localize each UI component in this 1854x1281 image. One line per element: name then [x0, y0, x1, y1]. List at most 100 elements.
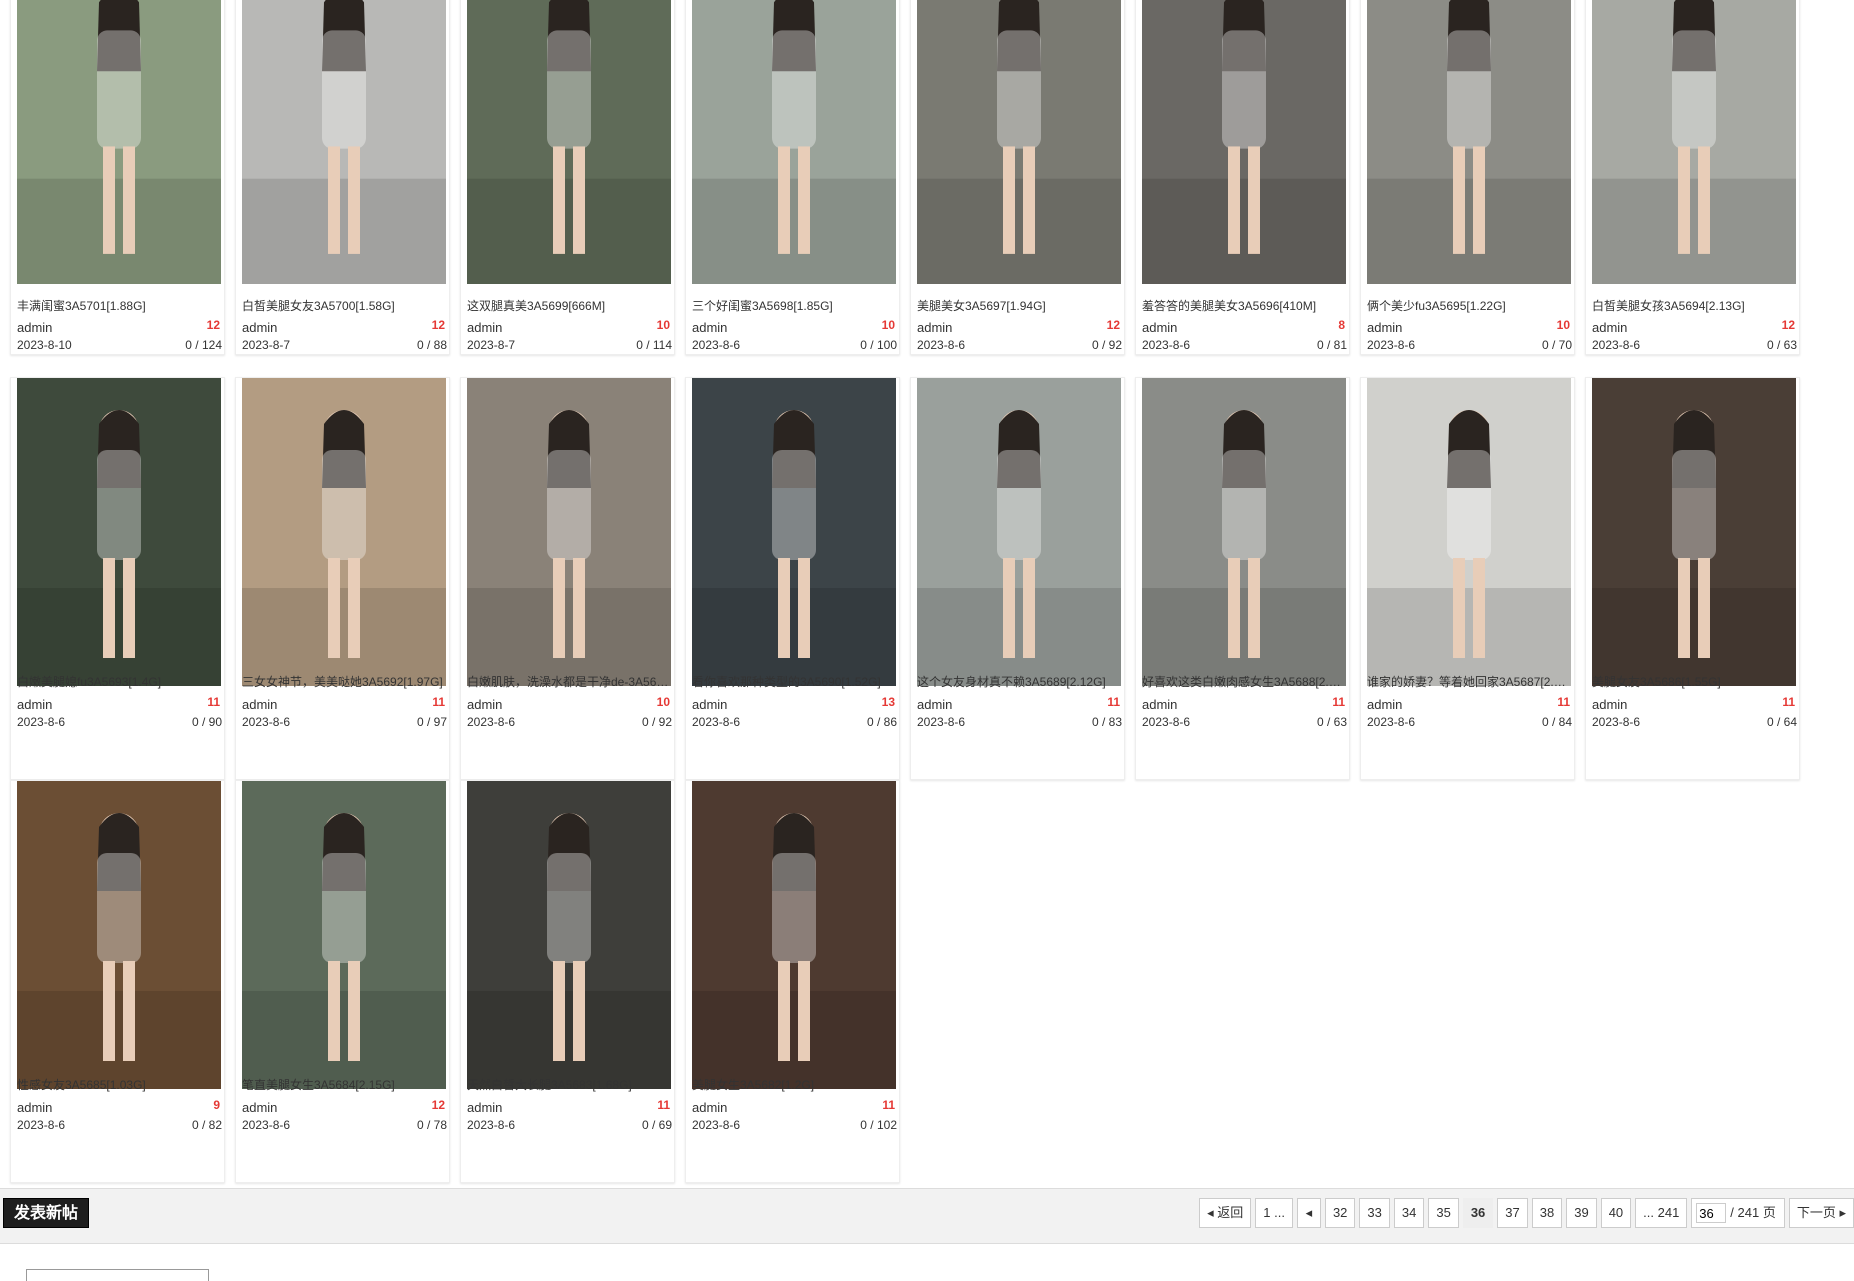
page-number[interactable]: 32 — [1324, 1198, 1356, 1228]
thread-title[interactable]: 看你喜欢那种类型的3A5690[1.52G] — [692, 673, 896, 690]
thread-card[interactable]: 谁家的娇妻？等着她回家3A5687[2.01G] admin 11 2023-8-6 0… — [1360, 377, 1575, 780]
thread-card[interactable]: 三女女神节，美美哒她3A5692[1.97G] admin 11 2023-8-6 0 … — [235, 377, 450, 780]
thread-title[interactable]: 谁家的娇妻？等着她回家3A5687[2.01G] — [1367, 673, 1571, 690]
thread-thumbnail[interactable] — [17, 0, 221, 284]
page-number[interactable]: 37 — [1497, 1198, 1528, 1228]
thread-card[interactable]: 美腿女生3A5682[1.2G] admin 11 2023-8-6 0 / 102 — [685, 780, 900, 1183]
thumbnail-image — [467, 0, 671, 284]
thread-thumbnail[interactable] — [242, 0, 446, 284]
thread-thumbnail[interactable] — [1367, 378, 1571, 686]
thread-title[interactable]: 性感女友3A5685[1.03G] — [17, 1076, 221, 1093]
thread-author[interactable]: admin — [17, 320, 52, 335]
thread-thumbnail[interactable] — [692, 378, 896, 686]
page-number[interactable]: 36 — [1462, 1198, 1494, 1228]
thread-card[interactable]: 美腿女友3A5686[1.55G] admin 11 2023-8-6 0 / 64 — [1585, 377, 1800, 780]
page-jump-input[interactable] — [1696, 1203, 1727, 1223]
page-number[interactable]: 33 — [1359, 1198, 1390, 1228]
thread-title[interactable]: 白嫩肌肤，洗澡水都是干净de-3A5691[1.86G] — [467, 673, 671, 690]
thread-thumbnail[interactable] — [917, 0, 1121, 284]
thread-thumbnail[interactable] — [1142, 0, 1346, 284]
back-button[interactable]: ◂ 返回 — [1199, 1198, 1252, 1228]
thread-author[interactable]: admin — [1142, 697, 1177, 712]
page-number[interactable]: 38 — [1531, 1198, 1563, 1228]
thread-title[interactable]: 美腿女生3A5682[1.2G] — [692, 1076, 896, 1093]
thread-title[interactable]: 美腿女友3A5686[1.55G] — [1592, 673, 1796, 690]
thread-author[interactable]: admin — [467, 697, 502, 712]
thread-author[interactable]: admin — [467, 1100, 502, 1115]
thread-title[interactable]: 三个好闺蜜3A5698[1.85G] — [692, 297, 896, 314]
thread-title[interactable]: 三女女神节，美美哒她3A5692[1.97G] — [242, 673, 446, 690]
thread-card[interactable]: 性感女友3A5685[1.03G] admin 9 2023-8-6 0 / 82 — [10, 780, 225, 1183]
thread-title[interactable]: 白皙美腿女友3A5700[1.58G] — [242, 297, 446, 314]
thread-author[interactable]: admin — [242, 697, 277, 712]
thread-card[interactable]: 羞答答的美腿美女3A5696[410M] admin 8 2023-8-6 0 / 81 — [1135, 0, 1350, 355]
thread-author[interactable]: admin — [1142, 320, 1177, 335]
thread-thumbnail[interactable] — [17, 378, 221, 686]
thread-author[interactable]: admin — [1592, 697, 1627, 712]
thread-card[interactable]: 这个女友身材真不赖3A5689[2.12G] admin 11 2023-8-6 0 /… — [910, 377, 1125, 780]
thread-author[interactable]: admin — [1367, 320, 1402, 335]
thread-thumbnail[interactable] — [1142, 378, 1346, 686]
thumbnail-image — [1592, 378, 1796, 686]
thread-author[interactable]: admin — [17, 1100, 52, 1115]
thread-author[interactable]: admin — [242, 1100, 277, 1115]
thread-card[interactable]: 白嫩美腿媳fu3A5693[1.4G] admin 11 2023-8-6 0 / 90 — [10, 377, 225, 780]
thread-thumbnail[interactable] — [242, 781, 446, 1089]
thread-author[interactable]: admin — [692, 1100, 727, 1115]
thread-title[interactable]: 这双腿真美3A5699[666M] — [467, 297, 671, 314]
thread-card[interactable]: 看你喜欢那种类型的3A5690[1.52G] admin 13 2023-8-6 0 /… — [685, 377, 900, 780]
page-number[interactable]: 34 — [1393, 1198, 1425, 1228]
page-number[interactable]: 35 — [1428, 1198, 1459, 1228]
thread-title[interactable]: 笔直美腿女生3A5684[2.15G] — [242, 1076, 446, 1093]
thread-author[interactable]: admin — [692, 697, 727, 712]
thread-author[interactable]: admin — [1592, 320, 1627, 335]
thread-author[interactable]: admin — [17, 697, 52, 712]
thread-author[interactable]: admin — [917, 320, 952, 335]
page-number[interactable]: 39 — [1566, 1198, 1597, 1228]
thread-card[interactable]: 好喜欢这类白嫩肉感女生3A5688[2.05G] admin 11 2023-8-6 0… — [1135, 377, 1350, 780]
thread-card[interactable]: 美腿美女3A5697[1.94G] admin 12 2023-8-6 0 / 92 — [910, 0, 1125, 355]
thread-card[interactable]: 笔直美腿女生3A5684[2.15G] admin 12 2023-8-6 0 / 78 — [235, 780, 450, 1183]
chevron-left-icon: ◂ — [1207, 1205, 1214, 1220]
thread-card[interactable]: 丰满闺蜜3A5701[1.88G] admin 12 2023-8-10 0 / 124 — [10, 0, 225, 355]
thread-thumbnail[interactable] — [467, 781, 671, 1089]
thread-title[interactable]: 白皙美腿女孩3A5694[2.13G] — [1592, 297, 1796, 314]
thread-title[interactable]: 天然白皙大长腿3A5683[1.68G] — [467, 1076, 671, 1093]
thread-card[interactable]: 三个好闺蜜3A5698[1.85G] admin 10 2023-8-6 0 / 100 — [685, 0, 900, 355]
thread-thumbnail[interactable] — [242, 378, 446, 686]
prev-page-button[interactable]: ◂ — [1296, 1198, 1321, 1228]
thread-author[interactable]: admin — [467, 320, 502, 335]
thread-title[interactable]: 这个女友身材真不赖3A5689[2.12G] — [917, 673, 1121, 690]
thread-thumbnail[interactable] — [692, 0, 896, 284]
thread-card[interactable]: 俩个美少fu3A5695[1.22G] admin 10 2023-8-6 0 / 70 — [1360, 0, 1575, 355]
thread-card[interactable]: 白皙美腿女孩3A5694[2.13G] admin 12 2023-8-6 0 / 63 — [1585, 0, 1800, 355]
thread-thumbnail[interactable] — [17, 781, 221, 1089]
thread-author[interactable]: admin — [917, 697, 952, 712]
thread-card[interactable]: 这双腿真美3A5699[666M] admin 10 2023-8-7 0 / 114 — [460, 0, 675, 355]
thread-thumbnail[interactable] — [467, 378, 671, 686]
thread-card[interactable]: 白皙美腿女友3A5700[1.58G] admin 12 2023-8-7 0 / 88 — [235, 0, 450, 355]
thread-title[interactable]: 美腿美女3A5697[1.94G] — [917, 297, 1121, 314]
thread-thumbnail[interactable] — [1592, 0, 1796, 284]
thread-title[interactable]: 丰满闺蜜3A5701[1.88G] — [17, 297, 221, 314]
thread-author[interactable]: admin — [692, 320, 727, 335]
next-page-button[interactable]: 下一页 ▸ — [1788, 1198, 1854, 1228]
thread-author[interactable]: admin — [242, 320, 277, 335]
thread-thumbnail[interactable] — [1367, 0, 1571, 284]
new-post-button[interactable]: 发表新帖 — [3, 1198, 90, 1228]
footer-search-box[interactable] — [26, 1269, 209, 1281]
thread-thumbnail[interactable] — [917, 378, 1121, 686]
thread-card[interactable]: 天然白皙大长腿3A5683[1.68G] admin 11 2023-8-6 0 / 6… — [460, 780, 675, 1183]
page-first[interactable]: 1 ... — [1255, 1198, 1293, 1228]
thread-title[interactable]: 白嫩美腿媳fu3A5693[1.4G] — [17, 673, 221, 690]
thread-title[interactable]: 羞答答的美腿美女3A5696[410M] — [1142, 297, 1346, 314]
page-number[interactable]: 40 — [1600, 1198, 1632, 1228]
thread-card[interactable]: 白嫩肌肤，洗澡水都是干净de-3A5691[1.86G] admin 10 2023-… — [460, 377, 675, 780]
thread-thumbnail[interactable] — [1592, 378, 1796, 686]
thread-title[interactable]: 好喜欢这类白嫩肉感女生3A5688[2.05G] — [1142, 673, 1346, 690]
thread-title[interactable]: 俩个美少fu3A5695[1.22G] — [1367, 297, 1571, 314]
thread-thumbnail[interactable] — [692, 781, 896, 1089]
thread-author[interactable]: admin — [1367, 697, 1402, 712]
thread-thumbnail[interactable] — [467, 0, 671, 284]
page-last[interactable]: ... 241 — [1635, 1198, 1688, 1228]
